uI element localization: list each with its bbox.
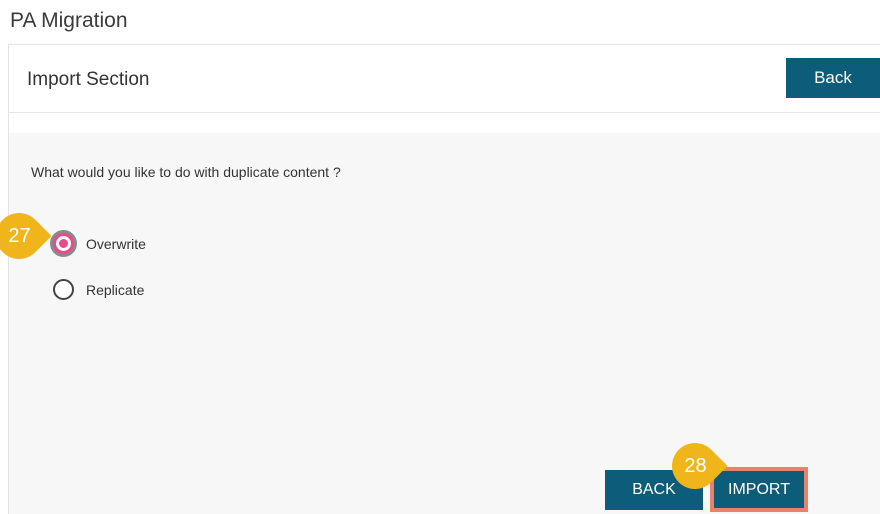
import-button[interactable]: IMPORT (710, 467, 808, 512)
panel-header: Import Section Back (9, 45, 880, 113)
page-title: PA Migration (10, 9, 128, 32)
step-callout-27-number: 27 (7, 224, 31, 247)
section-title: Import Section (27, 69, 150, 90)
replicate-label: Replicate (86, 281, 145, 298)
option-overwrite[interactable]: Overwrite (53, 233, 146, 254)
replicate-radio[interactable] (53, 279, 74, 300)
overwrite-label: Overwrite (86, 235, 146, 252)
panel-body: What would you like to do with duplicate… (9, 133, 880, 514)
duplicate-content-question: What would you like to do with duplicate… (31, 164, 341, 180)
option-replicate[interactable]: Replicate (53, 279, 144, 300)
header-back-button[interactable]: Back (786, 58, 880, 98)
overwrite-radio[interactable] (53, 233, 74, 254)
import-panel: Import Section Back What would you like … (8, 44, 880, 514)
step-callout-28-number: 28 (683, 454, 707, 477)
